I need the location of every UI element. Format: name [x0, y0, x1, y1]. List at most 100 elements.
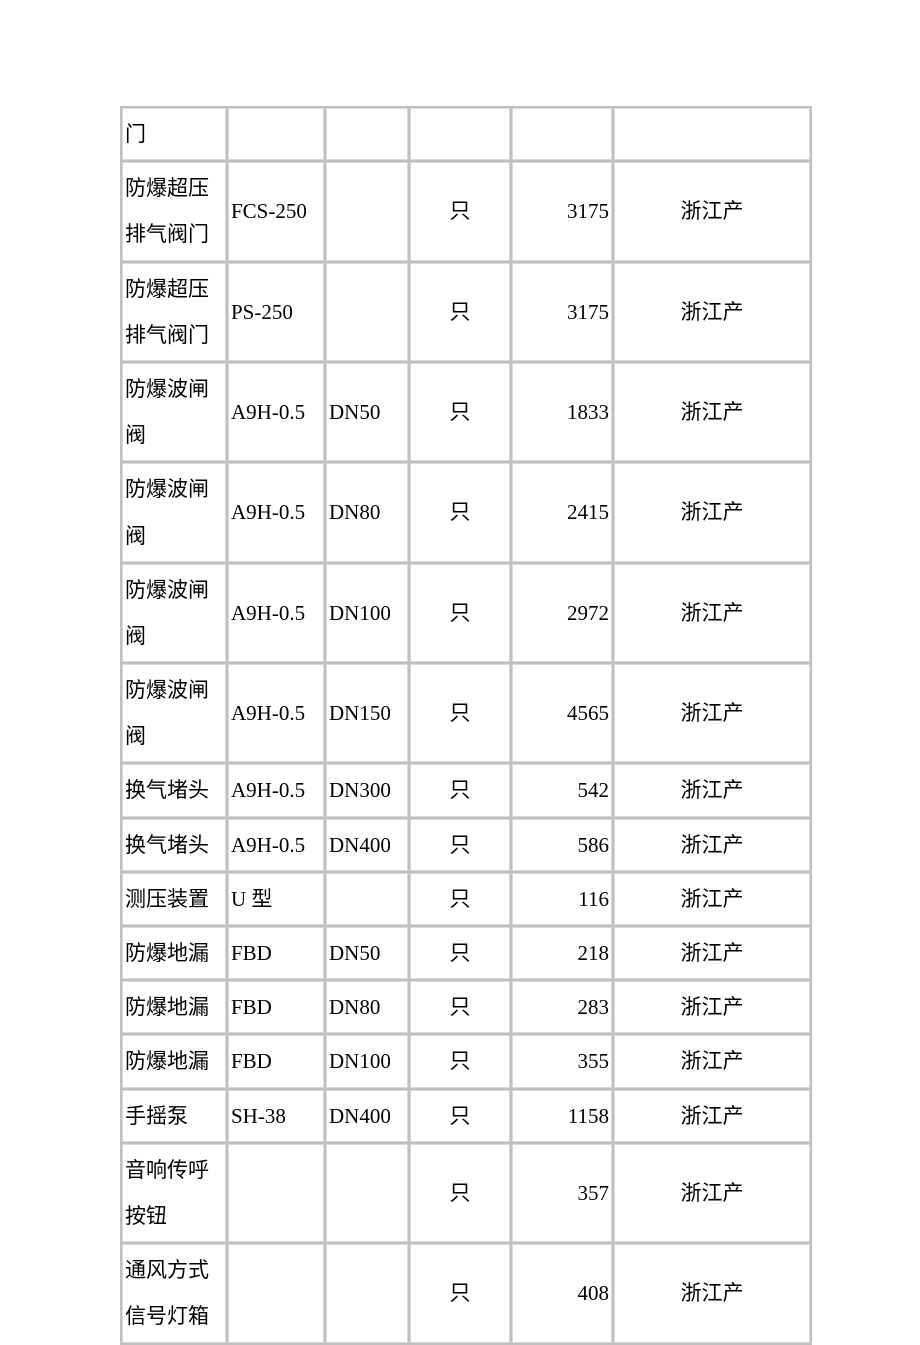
table-row: 防爆超压排气阀门FCS-250 只3175浙江产 [122, 162, 810, 260]
price-cell [512, 108, 612, 160]
spec-cell: DN150 [326, 664, 408, 762]
table-row: 防爆波闸阀A9H-0.5DN150只4565浙江产 [122, 664, 810, 762]
origin-cell: 浙江产 [614, 764, 810, 816]
unit-cell: 只 [410, 463, 510, 561]
spec-cell: DN400 [326, 1090, 408, 1142]
origin-cell: 浙江产 [614, 1035, 810, 1087]
price-cell: 2972 [512, 564, 612, 662]
unit-cell: 只 [410, 1090, 510, 1142]
table-row: 换气堵头A9H-0.5DN300只542浙江产 [122, 764, 810, 816]
product-name-cell: 防爆地漏 [122, 981, 226, 1033]
unit-cell: 只 [410, 263, 510, 361]
product-name-cell: 防爆波闸阀 [122, 564, 226, 662]
model-cell: A9H-0.5 [228, 664, 324, 762]
model-cell: FBD [228, 981, 324, 1033]
model-cell: A9H-0.5 [228, 819, 324, 871]
price-cell: 2415 [512, 463, 612, 561]
unit-cell: 只 [410, 1035, 510, 1087]
spec-cell [326, 108, 408, 160]
price-cell: 218 [512, 927, 612, 979]
product-name-cell: 防爆波闸阀 [122, 363, 226, 461]
price-table: 门防爆超压排气阀门FCS-250只3175浙江产防爆超压排气阀门PS-250只3… [120, 106, 812, 1345]
origin-cell: 浙江产 [614, 664, 810, 762]
origin-cell: 浙江产 [614, 564, 810, 662]
table-row: 防爆波闸阀A9H-0.5DN50只1833浙江产 [122, 363, 810, 461]
document-page: 门防爆超压排气阀门FCS-250只3175浙江产防爆超压排气阀门PS-250只3… [0, 0, 920, 1302]
table-row: 防爆超压排气阀门PS-250只3175浙江产 [122, 263, 810, 361]
table-row: 手摇泵SH-38DN400只1158浙江产 [122, 1090, 810, 1142]
origin-cell: 浙江产 [614, 162, 810, 260]
model-cell: U 型 [228, 873, 324, 925]
unit-cell: 只 [410, 1244, 510, 1342]
table-row: 测压装置U 型只116浙江产 [122, 873, 810, 925]
spec-cell: DN300 [326, 764, 408, 816]
unit-cell: 只 [410, 564, 510, 662]
unit-cell: 只 [410, 873, 510, 925]
product-name-cell: 防爆地漏 [122, 1035, 226, 1087]
model-cell: A9H-0.5 [228, 463, 324, 561]
spec-cell: DN100 [326, 564, 408, 662]
price-cell: 3175 [512, 263, 612, 361]
unit-cell: 只 [410, 1144, 510, 1242]
price-cell: 542 [512, 764, 612, 816]
model-cell [228, 1144, 324, 1242]
origin-cell: 浙江产 [614, 363, 810, 461]
unit-cell: 只 [410, 162, 510, 260]
spec-cell [326, 162, 408, 260]
model-cell: A9H-0.5 [228, 363, 324, 461]
origin-cell: 浙江产 [614, 819, 810, 871]
product-name-cell: 测压装置 [122, 873, 226, 925]
product-name-cell: 门 [122, 108, 226, 160]
spec-cell: DN80 [326, 981, 408, 1033]
product-name-cell: 防爆波闸阀 [122, 463, 226, 561]
model-cell: FCS-250 [228, 162, 324, 260]
model-cell: FBD [228, 1035, 324, 1087]
spec-cell: DN400 [326, 819, 408, 871]
spec-cell [326, 873, 408, 925]
origin-cell: 浙江产 [614, 1090, 810, 1142]
product-name-cell: 通风方式信号灯箱 [122, 1244, 226, 1342]
unit-cell: 只 [410, 927, 510, 979]
unit-cell: 只 [410, 819, 510, 871]
table-row: 防爆波闸阀A9H-0.5DN80只2415浙江产 [122, 463, 810, 561]
price-cell: 3175 [512, 162, 612, 260]
origin-cell: 浙江产 [614, 463, 810, 561]
table-row: 通风方式信号灯箱 只408浙江产 [122, 1244, 810, 1342]
origin-cell: 浙江产 [614, 263, 810, 361]
model-cell [228, 108, 324, 160]
model-cell [228, 1244, 324, 1342]
price-cell: 4565 [512, 664, 612, 762]
price-table-body: 门防爆超压排气阀门FCS-250只3175浙江产防爆超压排气阀门PS-250只3… [122, 108, 810, 1343]
model-cell: A9H-0.5 [228, 564, 324, 662]
table-row: 防爆地漏FBDDN100只355浙江产 [122, 1035, 810, 1087]
origin-cell: 浙江产 [614, 1244, 810, 1342]
unit-cell: 只 [410, 363, 510, 461]
spec-cell: DN100 [326, 1035, 408, 1087]
product-name-cell: 换气堵头 [122, 819, 226, 871]
product-name-cell: 防爆超压排气阀门 [122, 263, 226, 361]
table-row: 防爆波闸阀A9H-0.5DN100只2972浙江产 [122, 564, 810, 662]
product-name-cell: 换气堵头 [122, 764, 226, 816]
origin-cell [614, 108, 810, 160]
spec-cell: DN50 [326, 363, 408, 461]
table-row: 音响传呼按钮只357浙江产 [122, 1144, 810, 1242]
table-row: 换气堵头A9H-0.5DN400只586浙江产 [122, 819, 810, 871]
unit-cell: 只 [410, 981, 510, 1033]
price-cell: 1833 [512, 363, 612, 461]
price-cell: 586 [512, 819, 612, 871]
table-row: 防爆地漏FBDDN50只218浙江产 [122, 927, 810, 979]
table-row: 门 [122, 108, 810, 160]
table-row: 防爆地漏FBDDN80只283浙江产 [122, 981, 810, 1033]
price-cell: 355 [512, 1035, 612, 1087]
price-cell: 408 [512, 1244, 612, 1342]
spec-cell: DN50 [326, 927, 408, 979]
unit-cell [410, 108, 510, 160]
spec-cell [326, 1244, 408, 1342]
price-cell: 1158 [512, 1090, 612, 1142]
product-name-cell: 音响传呼按钮 [122, 1144, 226, 1242]
product-name-cell: 防爆波闸阀 [122, 664, 226, 762]
product-name-cell: 防爆超压排气阀门 [122, 162, 226, 260]
product-name-cell: 手摇泵 [122, 1090, 226, 1142]
unit-cell: 只 [410, 664, 510, 762]
price-cell: 357 [512, 1144, 612, 1242]
